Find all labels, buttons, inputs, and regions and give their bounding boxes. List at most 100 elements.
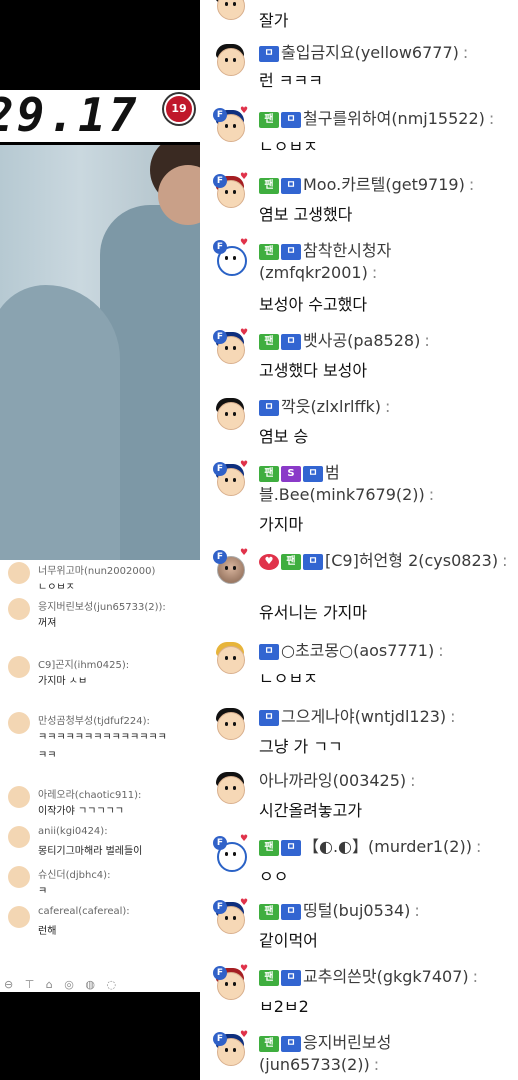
name-separator: :: [410, 771, 416, 790]
avatar-eye: [233, 124, 236, 128]
avatar-eye: [225, 124, 228, 128]
chat-username[interactable]: [C9]허언형 2(cys0823): [325, 551, 498, 570]
avatar-eye: [233, 916, 236, 920]
chat-username[interactable]: 그으게나야(wntjdl123): [281, 707, 446, 726]
avatar-eye: [233, 346, 236, 350]
fan-badge: 팬: [259, 840, 279, 856]
chat-text: ㄴㅇㅂㅈ: [259, 137, 318, 156]
chat-username-line[interactable]: 팬 ㅁ 뱃사공(pa8528):: [259, 330, 430, 352]
chat-username[interactable]: 【◐.◐】(murder1(2)): [303, 837, 472, 856]
chat-username-line[interactable]: ㅁ 출입금지요(yellow6777):: [259, 42, 468, 64]
chat-username-line[interactable]: 팬 ㅁ 띵털(buj0534):: [259, 900, 420, 922]
user-avatar[interactable]: F ♥: [213, 548, 249, 584]
sub-badge: ㅁ: [281, 840, 301, 856]
fan-level-icon: F: [213, 330, 227, 344]
streamer-arm: [0, 285, 120, 570]
fan-badge: 팬: [259, 244, 279, 260]
chat-username[interactable]: 띵털(buj0534): [303, 901, 410, 920]
user-avatar[interactable]: [213, 42, 247, 76]
mini-chat-message: 꺼져: [38, 618, 57, 629]
user-avatar[interactable]: F ♥: [213, 460, 248, 496]
name-separator: :: [462, 43, 469, 62]
mini-chat-message: ㅋ: [38, 886, 48, 897]
chat-username[interactable]: 아나까라잉(003425): [259, 771, 406, 790]
name-separator: :: [385, 397, 391, 416]
mini-chat-username: ㅋㅋ: [38, 750, 57, 761]
user-avatar[interactable]: F ♥: [213, 172, 249, 208]
chat-username-line[interactable]: 아나까라잉(003425):: [259, 770, 416, 792]
mini-chat-username: anii(kgi0424):: [38, 826, 108, 837]
chat-text: 유서니는 가지마: [259, 603, 368, 622]
user-avatar[interactable]: F ♥: [213, 1030, 248, 1066]
avatar-eye: [225, 722, 228, 726]
mini-chat-username: cafereal(cafereal):: [38, 906, 130, 917]
chat-username[interactable]: 철구를위하여(nmj15522): [303, 109, 485, 128]
heart-icon: ♥: [240, 898, 249, 908]
chat-username-line[interactable]: 팬 ㅁ 참착한시청자 (zmfqkr2001):: [259, 240, 509, 284]
fan-level-icon: F: [213, 836, 227, 850]
chat-username-line[interactable]: 팬 ㅁ Moo.카르텔(get9719):: [259, 174, 474, 196]
mini-chat-avatar: [8, 712, 30, 734]
chat-username[interactable]: ○초코몽○(aos7771): [281, 641, 434, 660]
avatar-eye: [225, 412, 228, 416]
fan-level-icon: F: [213, 1032, 227, 1046]
name-separator: :: [450, 707, 456, 726]
chat-username-line[interactable]: ㅁ 깍읏(zlxlrlffk):: [259, 396, 390, 418]
chat-username-line[interactable]: ㅁ ○초코몽○(aos7771):: [259, 640, 444, 662]
user-avatar[interactable]: F ♥: [213, 964, 249, 1000]
mini-chat-toolbar[interactable]: ⊖ ⊤ ⌂ ◎ ◍ ◌: [4, 978, 120, 991]
chat-username[interactable]: Moo.카르텔(get9719): [303, 175, 465, 194]
avatar-eye: [225, 346, 228, 350]
user-avatar[interactable]: [213, 0, 247, 20]
sub-badge: ㅁ: [303, 554, 323, 570]
avatar-eye: [225, 1048, 228, 1052]
name-separator: :: [438, 641, 444, 660]
sub-badge: ㅁ: [281, 112, 301, 128]
user-avatar[interactable]: F ♥: [213, 238, 249, 276]
sub-badge: ㅁ: [281, 1036, 301, 1052]
heart-icon: ♥: [240, 548, 249, 558]
avatar-eye: [225, 786, 228, 790]
chat-username-line[interactable]: 팬 ㅁ 철구를위하여(nmj15522):: [259, 108, 494, 130]
chat-text: ㅂ2ㅂ2: [259, 997, 309, 1016]
chat-username-line[interactable]: ㅁ 그으게나야(wntjdl123):: [259, 706, 456, 728]
name-separator: :: [414, 901, 420, 920]
name-separator: :: [488, 109, 495, 128]
chat-username-line[interactable]: 팬 ㅁ 응지버린보성 (jun65733(2)):: [259, 1032, 509, 1076]
user-avatar[interactable]: [213, 640, 247, 674]
age-rating-badge: 19: [164, 94, 194, 124]
user-avatar[interactable]: F ♥: [213, 106, 249, 142]
heart-icon: ♥: [240, 106, 249, 116]
mini-chat-avatar: [8, 786, 30, 808]
user-avatar[interactable]: [213, 396, 247, 430]
user-avatar[interactable]: [213, 770, 247, 804]
chat-username-line[interactable]: 팬 ㅁ【◐.◐】(murder1(2)):: [259, 836, 481, 858]
chat-username-line[interactable]: 팬 ㅁ 교추의쓴맛(gkgk7407):: [259, 966, 478, 988]
chat-username-line[interactable]: 팬Sㅁ범 블.Bee(mink7679(2)):: [259, 462, 509, 506]
chat-username[interactable]: 교추의쓴맛(gkgk7407): [303, 967, 469, 986]
sub-badge: ㅁ: [281, 904, 301, 920]
chat-username-line[interactable]: ♥ 팬 ㅁ [C9]허언형 2(cys0823):: [259, 550, 509, 572]
avatar-face: [217, 712, 245, 740]
user-avatar[interactable]: [213, 706, 247, 740]
heart-icon: ♥: [240, 172, 249, 182]
avatar-eye: [225, 256, 228, 260]
mini-chat-message: 몽티기그마해라 벌레들이: [38, 846, 143, 857]
avatar-eye: [233, 656, 236, 660]
user-avatar[interactable]: F ♥: [213, 834, 248, 872]
chat-username[interactable]: 뱃사공(pa8528): [303, 331, 420, 350]
heart-icon: ♥: [240, 238, 249, 248]
user-avatar[interactable]: F ♥: [213, 328, 248, 364]
avatar-face: [217, 646, 245, 674]
chat-username[interactable]: 깍읏(zlxlrlffk): [281, 397, 381, 416]
mini-chat-username: 슈신더(djbhc4):: [38, 870, 111, 881]
fan-badge: 팬: [281, 554, 301, 570]
chat-text: 보성아 수고했다: [259, 295, 368, 314]
avatar-face: [217, 0, 245, 20]
chat-text: 같이먹어: [259, 931, 318, 950]
mini-chat-username: 만성곰청부성(tjdfuf224):: [38, 716, 150, 727]
user-avatar[interactable]: F ♥: [213, 898, 249, 934]
chat-username[interactable]: 출입금지요(yellow6777): [281, 43, 459, 62]
heart-icon: ♥: [240, 964, 249, 974]
name-separator: :: [424, 331, 430, 350]
